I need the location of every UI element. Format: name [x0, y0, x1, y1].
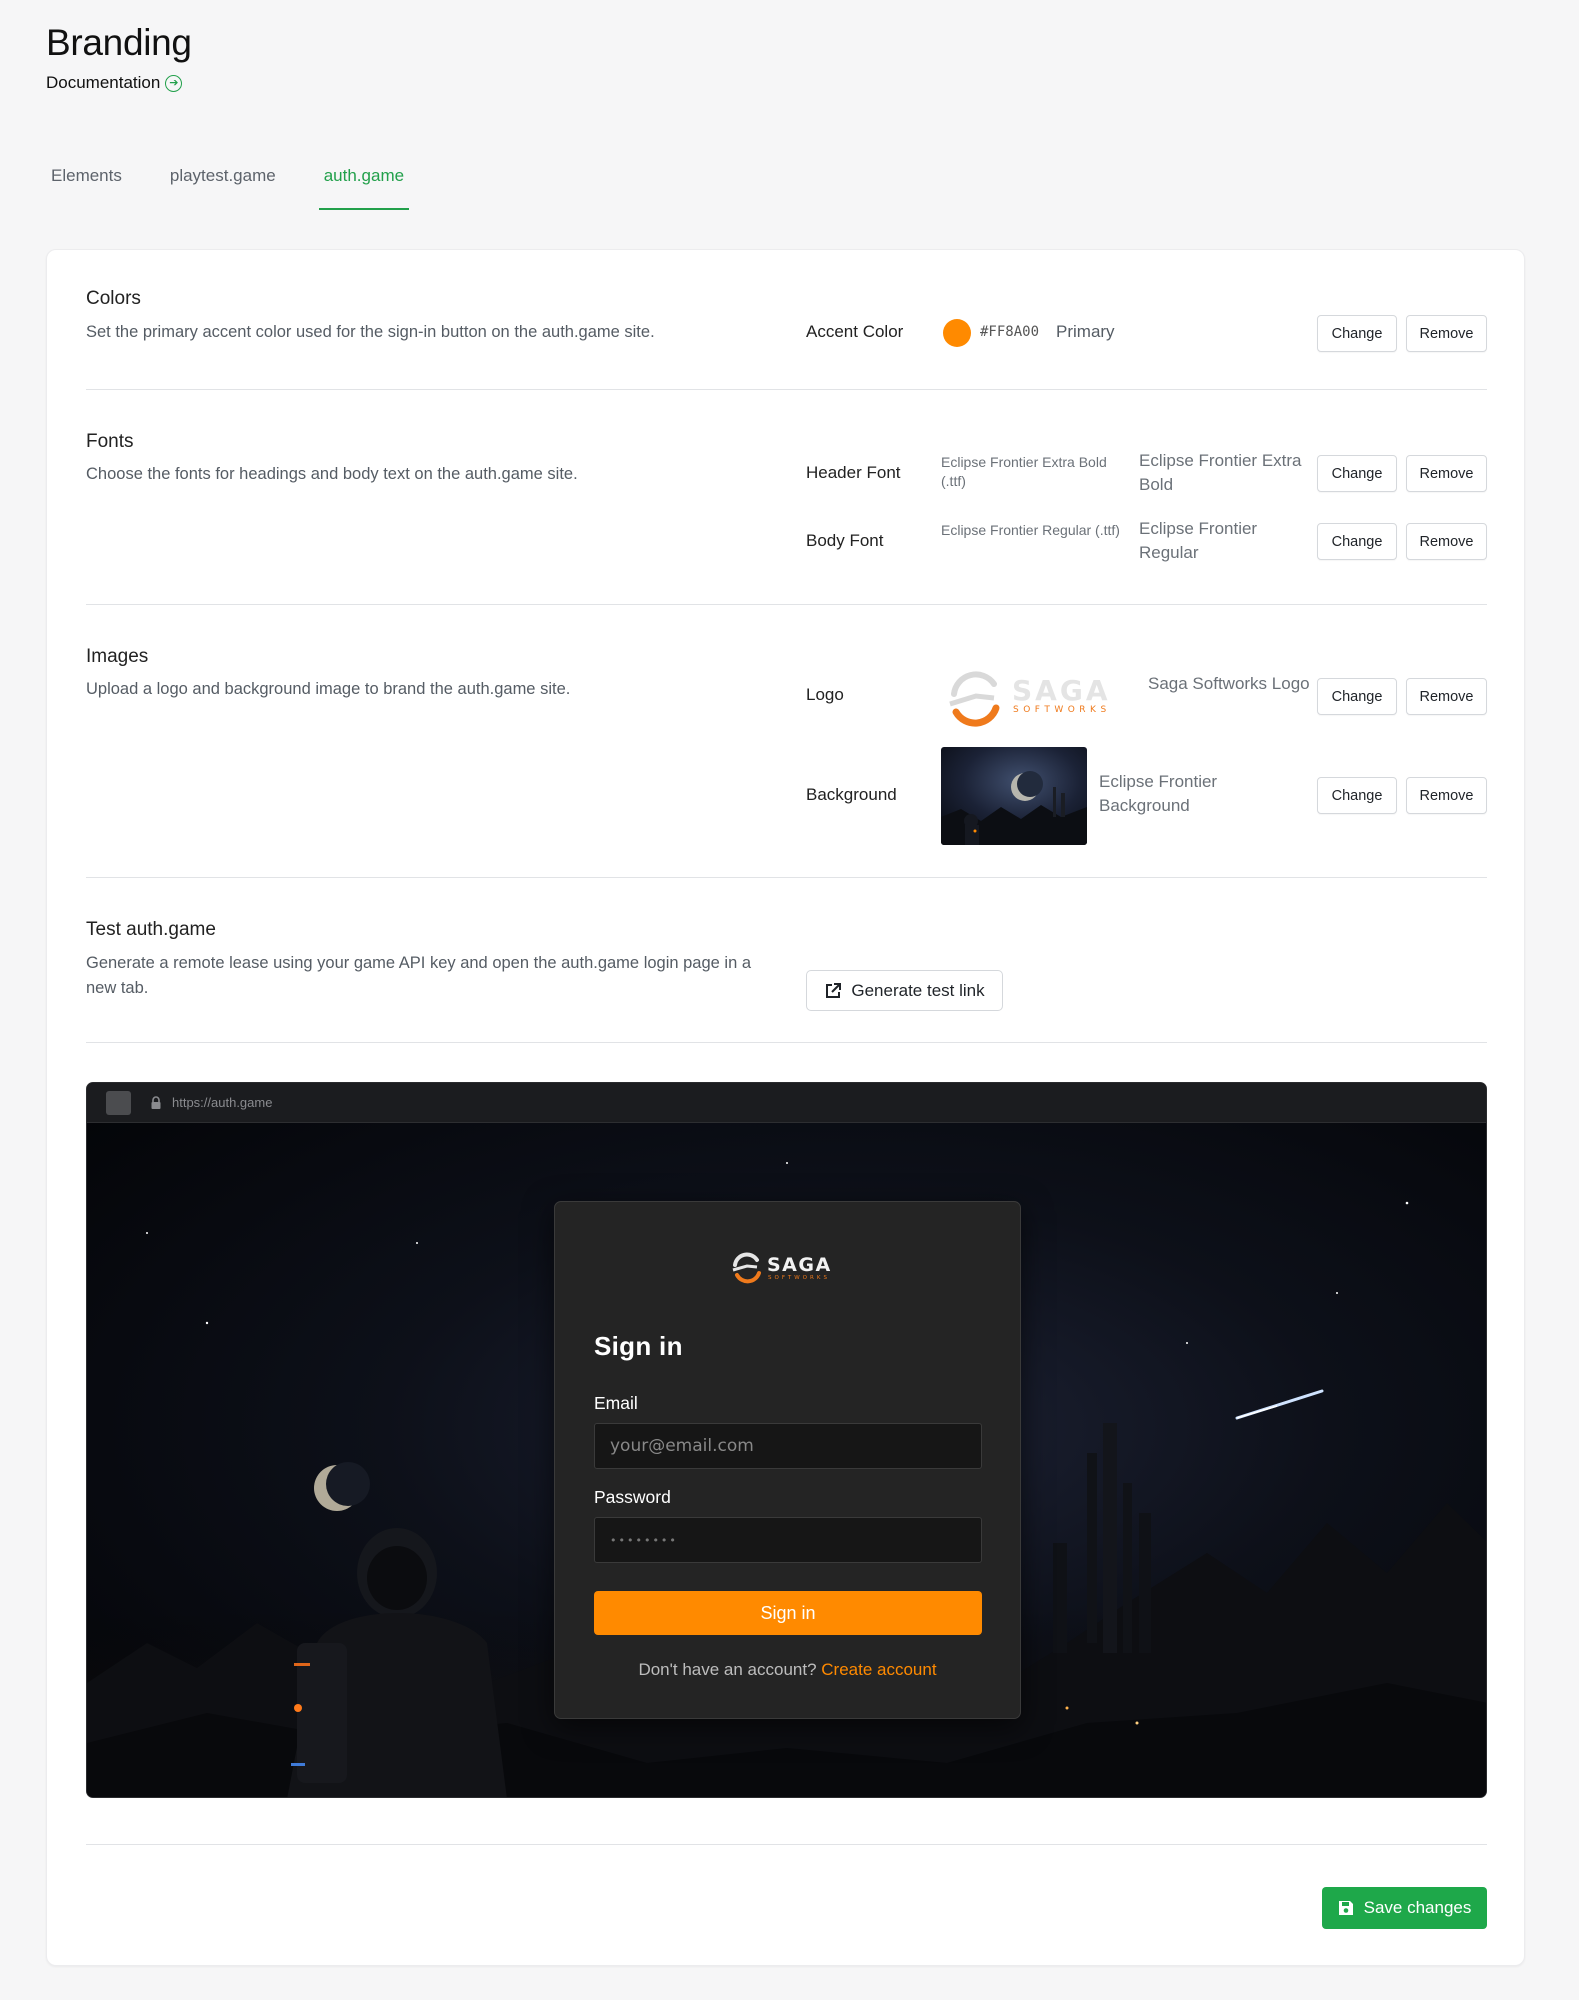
generate-test-link-label: Generate test link	[851, 980, 985, 1000]
test-section-title: Test auth.game	[86, 919, 216, 940]
divider	[86, 877, 1487, 878]
tab-playtest-game[interactable]: playtest.game	[165, 160, 281, 210]
accent-color-swatch	[943, 319, 971, 347]
background-remove-button[interactable]: Remove	[1406, 777, 1487, 814]
documentation-label: Documentation	[46, 73, 161, 92]
fonts-section-description: Choose the fonts for headings and body t…	[86, 465, 578, 483]
images-section-title: Images	[86, 646, 149, 667]
browser-tab-square	[106, 1091, 131, 1115]
body-font-name: Eclipse Frontier Regular	[1139, 519, 1258, 562]
documentation-link[interactable]: Documentation ➔	[46, 73, 183, 93]
logo-sub-text: SOFTWORKS	[1013, 705, 1111, 715]
tab-auth-game[interactable]: auth.game	[318, 160, 410, 210]
test-section-description: Generate a remote lease using your game …	[86, 954, 752, 997]
body-font-file: Eclipse Frontier Regular (.ttf)	[941, 522, 1120, 538]
save-changes-button[interactable]: Save changes	[1322, 1887, 1487, 1929]
save-changes-label: Save changes	[1363, 1898, 1472, 1917]
page-title: Branding	[46, 22, 192, 63]
background-change-button[interactable]: Change	[1317, 777, 1397, 814]
generate-test-link-button[interactable]: Generate test link	[806, 970, 1003, 1011]
save-icon	[1338, 1901, 1353, 1915]
fonts-section-title: Fonts	[86, 431, 134, 452]
background-label: Background	[806, 785, 897, 804]
accent-color-change-button[interactable]: Change	[1317, 315, 1397, 352]
logo-label: Logo	[806, 685, 844, 704]
images-section-description: Upload a logo and background image to br…	[86, 680, 571, 698]
tab-elements[interactable]: Elements	[46, 160, 127, 210]
header-font-remove-button[interactable]: Remove	[1406, 455, 1487, 492]
password-input[interactable]: ••••••••	[594, 1517, 982, 1563]
tab-bar: Elements playtest.game auth.game	[46, 160, 447, 210]
signin-button[interactable]: Sign in	[594, 1591, 982, 1635]
colors-section-title: Colors	[86, 288, 141, 309]
divider	[86, 604, 1487, 605]
background-thumbnail	[941, 747, 1087, 845]
accent-color-name: Primary	[1056, 322, 1115, 341]
arrow-right-circle-icon: ➔	[165, 74, 183, 92]
accent-color-label: Accent Color	[806, 322, 904, 341]
password-label: Password	[594, 1487, 671, 1507]
header-font-label: Header Font	[806, 463, 901, 482]
logo-change-button[interactable]: Change	[1317, 678, 1397, 715]
lock-icon	[151, 1096, 161, 1109]
divider	[86, 1844, 1487, 1845]
auth-game-preview: https://auth.game SAGA SOFTWORKS Sign in…	[86, 1082, 1487, 1798]
divider	[86, 389, 1487, 390]
divider	[86, 1042, 1487, 1043]
background-file-name: Eclipse Frontier Background	[1099, 772, 1218, 815]
browser-url: https://auth.game	[172, 1095, 273, 1110]
accent-color-remove-button[interactable]: Remove	[1406, 315, 1487, 352]
signin-heading: Sign in	[594, 1331, 683, 1361]
saga-logo-sub-text: SOFTWORKS	[768, 1275, 830, 1281]
no-account-text: Don't have an account?	[638, 1660, 817, 1679]
body-font-label: Body Font	[806, 531, 884, 550]
saga-logo-text: SAGA	[767, 1254, 832, 1276]
email-label: Email	[594, 1393, 638, 1413]
external-link-icon	[826, 982, 842, 998]
accent-color-hex: #FF8A00	[980, 324, 1040, 340]
browser-toolbar: https://auth.game	[87, 1083, 1486, 1123]
saga-softworks-logo-preview: SAGA SOFTWORKS	[949, 671, 1111, 727]
logo-file-name: Saga Softworks Logo	[1148, 674, 1310, 693]
header-font-file: Eclipse Frontier Extra Bold (.ttf)	[941, 454, 1107, 489]
colors-section-description: Set the primary accent color used for th…	[86, 323, 655, 341]
signin-card: SAGA SOFTWORKS Sign in Email your@email.…	[554, 1201, 1021, 1719]
body-font-remove-button[interactable]: Remove	[1406, 523, 1487, 560]
header-font-name: Eclipse Frontier Extra Bold	[1139, 451, 1302, 494]
header-font-change-button[interactable]: Change	[1317, 455, 1397, 492]
signin-footer: Don't have an account? Create account	[555, 1660, 1020, 1680]
branding-card: Colors Set the primary accent color used…	[46, 249, 1525, 1966]
logo-brand-text: SAGA	[1012, 674, 1111, 707]
saga-logo: SAGA SOFTWORKS	[732, 1252, 832, 1284]
logo-remove-button[interactable]: Remove	[1406, 678, 1487, 715]
email-input[interactable]: your@email.com	[594, 1423, 982, 1469]
create-account-link[interactable]: Create account	[821, 1660, 936, 1679]
body-font-change-button[interactable]: Change	[1317, 523, 1397, 560]
